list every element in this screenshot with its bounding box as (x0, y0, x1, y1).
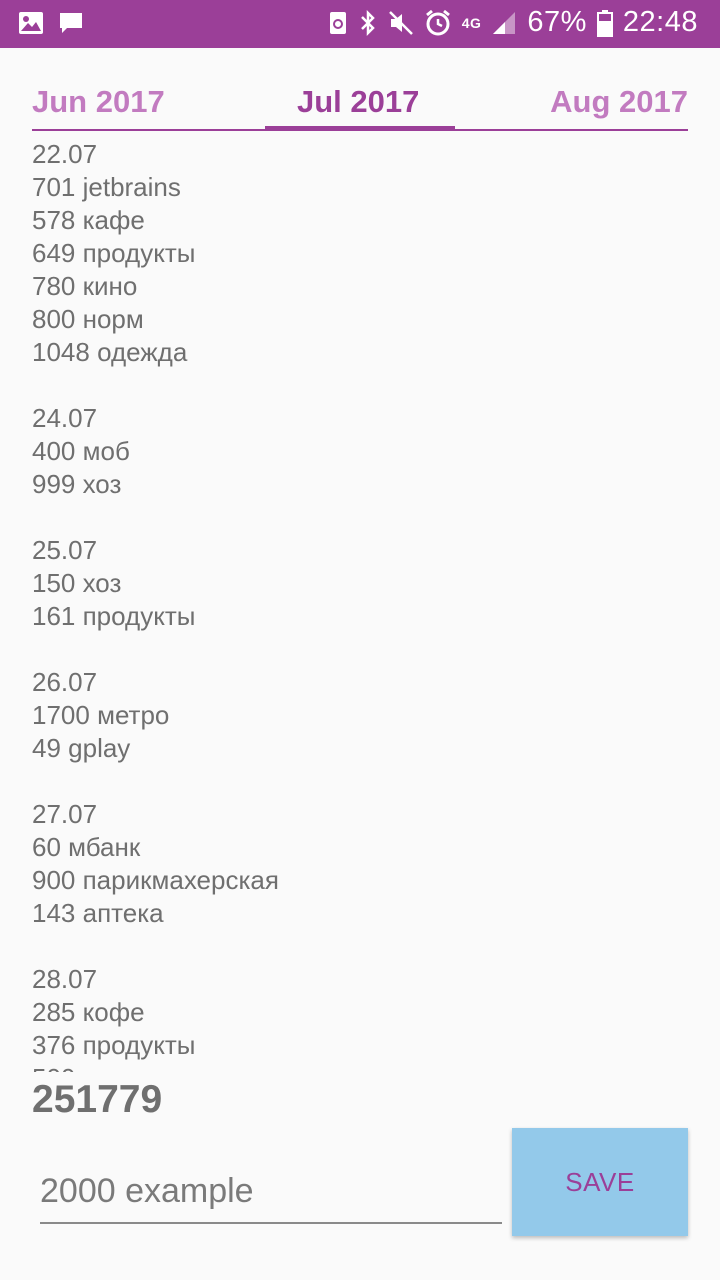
signal-icon (493, 11, 516, 34)
battery-percent: 67% (527, 6, 587, 38)
expense-item: 161 продукты (32, 601, 196, 631)
expense-group: 27.07 60 мбанк 900 парикмахерская 143 ап… (32, 798, 688, 930)
mute-icon (388, 10, 413, 35)
expense-date: 27.07 (32, 799, 98, 829)
status-bar: 4G 67% 22:48 (0, 0, 720, 48)
save-button[interactable]: SAVE (512, 1128, 688, 1236)
amount-input[interactable] (40, 1160, 502, 1224)
expense-item: 900 парикмахерская (32, 865, 279, 895)
expense-date: 24.07 (32, 403, 98, 433)
tab-active-indicator (265, 126, 455, 131)
expense-date: 26.07 (32, 667, 98, 697)
expense-group: 22.07 701 jetbrains 578 кафе 649 продукт… (32, 138, 688, 369)
expense-date: 22.07 (32, 139, 98, 169)
network-type: 4G (461, 14, 482, 31)
expense-item: 1700 метро (32, 700, 170, 730)
expense-group: 25.07 150 хоз 161 продукты (32, 534, 688, 633)
total-amount: 251779 (32, 1078, 163, 1121)
expense-date: 28.07 (32, 964, 98, 994)
expense-date: 25.07 (32, 535, 98, 565)
tab-current-month[interactable]: Jul 2017 (297, 84, 419, 120)
image-icon (19, 12, 43, 34)
alarm-icon (425, 9, 450, 35)
expense-group: 24.07 400 моб 999 хоз (32, 402, 688, 501)
expense-item: 60 мбанк (32, 832, 141, 862)
expense-item: 780 кино (32, 271, 138, 301)
expense-item: 49 gplay (32, 733, 131, 763)
battery-icon (596, 9, 613, 37)
expense-item: 800 норм (32, 304, 144, 334)
bluetooth-icon (360, 9, 375, 36)
expense-item: 376 продукты (32, 1030, 196, 1060)
expense-item: 1048 одежда (32, 337, 188, 367)
tab-prev-month[interactable]: Jun 2017 (32, 84, 165, 120)
clock: 22:48 (622, 6, 698, 38)
expense-item: 999 хоз (32, 469, 122, 499)
recycle-icon (329, 11, 346, 34)
expense-item: 578 кафе (32, 205, 145, 235)
expense-list[interactable]: 22.07 701 jetbrains 578 кафе 649 продукт… (32, 138, 688, 1072)
expense-group: 26.07 1700 метро 49 gplay (32, 666, 688, 765)
month-tabs: Jun 2017 Jul 2017 Aug 2017 (32, 48, 688, 132)
expense-item: 150 хоз (32, 568, 122, 598)
expense-item: 285 кофе (32, 997, 145, 1027)
chat-icon (60, 13, 82, 33)
expense-item: 143 аптека (32, 898, 164, 928)
expense-item: 400 моб (32, 436, 130, 466)
tab-next-month[interactable]: Aug 2017 (550, 84, 688, 120)
expense-item: 649 продукты (32, 238, 196, 268)
expense-item: 500 (32, 1062, 688, 1072)
expense-item: 701 jetbrains (32, 172, 181, 202)
expense-group: 28.07 285 кофе 376 продукты 500 (32, 963, 688, 1072)
